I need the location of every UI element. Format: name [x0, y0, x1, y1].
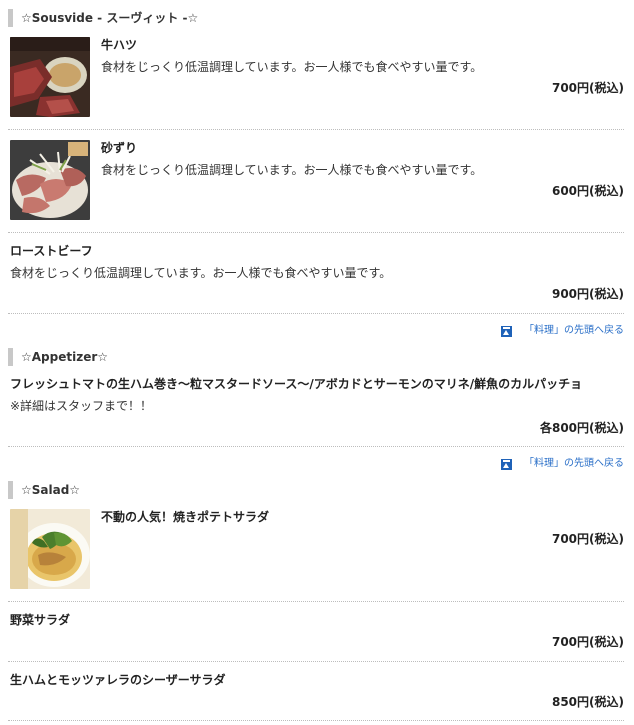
gizzard-photo — [10, 140, 90, 220]
menu-item-description: 食材をじっくり低温調理しています。お一人様でも食べやすい量です。 — [101, 163, 483, 177]
menu-item-name: 不動の人気！焼きポテトサラダ — [101, 510, 270, 524]
item-divider — [8, 661, 624, 662]
menu-item-price: 700円(税込) — [551, 532, 624, 546]
menu-item-name: フレッシュトマトの生ハム巻き～粒マスタードソース～/アボカドとサーモンのマリネ/… — [10, 377, 583, 391]
menu-item-price: 各800円(税込) — [539, 421, 624, 435]
menu-item-name: ローストビーフ — [10, 244, 93, 258]
menu-item-name: 野菜サラダ — [10, 613, 71, 627]
menu-item-price: 700円(税込) — [551, 635, 624, 649]
arrow-up-icon — [501, 458, 512, 470]
beef-heart-photo — [10, 37, 90, 117]
item-divider — [8, 129, 624, 130]
menu-item-price: 700円(税込) — [551, 81, 624, 95]
item-divider — [8, 601, 624, 602]
item-divider — [8, 313, 624, 314]
back-to-top-label: 「料理」の先頭へ戻る — [524, 325, 624, 336]
back-to-top-label: 「料理」の先頭へ戻る — [524, 458, 624, 469]
section-heading-sousvide: ☆Sousvide - スーヴィット -☆ — [8, 9, 624, 27]
menu-item-name: 砂ずり — [101, 141, 138, 155]
menu-item-name: 牛ハツ — [101, 38, 138, 52]
item-divider — [8, 232, 624, 233]
menu-item-description: 食材をじっくり低温調理しています。お一人様でも食べやすい量です。 — [10, 266, 392, 280]
section-heading-salad: ☆Salad☆ — [8, 481, 624, 499]
item-divider — [8, 446, 624, 447]
item-divider — [8, 720, 624, 721]
menu-item-price: 600円(税込) — [551, 184, 624, 198]
menu-item-price: 900円(税込) — [551, 287, 624, 301]
menu-item-price: 850円(税込) — [551, 695, 624, 709]
section-heading-appetizer: ☆Appetizer☆ — [8, 348, 624, 366]
menu-item-description: 食材をじっくり低温調理しています。お一人様でも食べやすい量です。 — [101, 60, 483, 74]
menu-item-description: ※詳細はスタッフまで！！ — [10, 399, 153, 413]
menu-item-name: 生ハムとモッツァレラのシーザーサラダ — [10, 673, 226, 687]
potato-salad-photo — [10, 509, 90, 589]
back-to-top-link[interactable]: 「料理」の先頭へ戻る — [501, 324, 624, 338]
back-to-top-link[interactable]: 「料理」の先頭へ戻る — [501, 457, 624, 471]
arrow-up-icon — [501, 325, 512, 337]
